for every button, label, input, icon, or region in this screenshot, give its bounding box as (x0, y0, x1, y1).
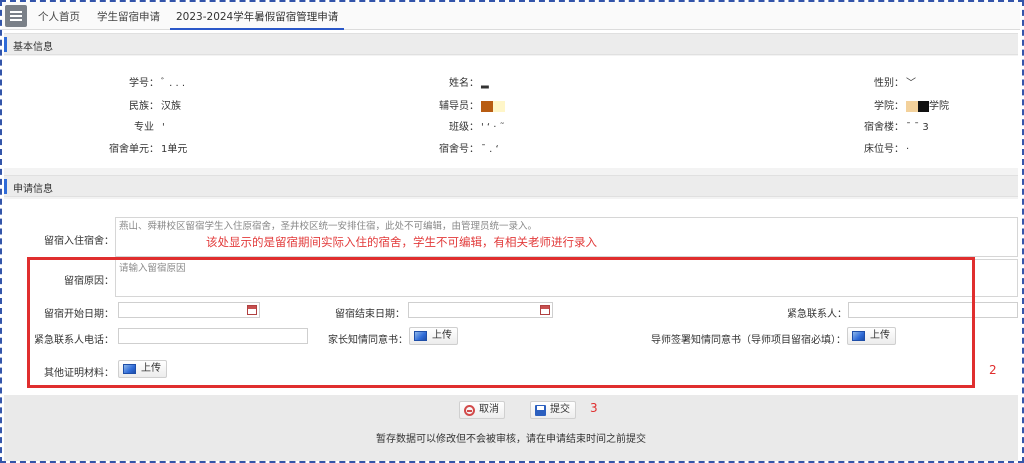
image-upload-icon (852, 331, 865, 341)
room-field: 宿舍号： ˉ . ‘ (424, 142, 499, 158)
bed-field: 床位号： · (849, 142, 909, 158)
apply-info-title: 申请信息 (13, 184, 53, 195)
ethnicity-field: 民族： 汉族 (104, 99, 181, 115)
college-value: 学院 (929, 101, 949, 112)
ethnicity-value: 汉族 (161, 101, 181, 112)
student-id-field: 学号：ﾞ . . . (104, 76, 185, 92)
dorm-note: 燕山、舜耕校区留宿学生入住原宿舍，圣井校区统一安排住宿，此处不可编辑，由管理员统… (119, 221, 538, 232)
counselor-redaction (481, 100, 493, 112)
start-date-label: 留宿开始日期： (44, 309, 114, 320)
basic-info-panel: 学号：ﾞ . . . 姓名： ▂ 性别： ﹀ 民族： 汉族 辅导员： 学院： 学院 专业… (4, 56, 1018, 168)
tutor-consent-label: 导师签署知情同意书（导师项目留宿必填）： (651, 335, 846, 346)
parent-consent-label: 家长知情同意书： (328, 335, 408, 346)
unit-value: 1单元 (161, 144, 188, 155)
college-redaction (906, 100, 918, 112)
basic-info-header: 基本信息 (4, 33, 1018, 55)
class-value: ' ‘ · ˜ (481, 122, 505, 133)
reason-textarea[interactable]: 请输入留宿原因 (115, 259, 1018, 297)
image-upload-icon (414, 331, 427, 341)
calendar-icon[interactable] (247, 305, 257, 315)
major-field: 专业 ' (104, 120, 165, 136)
image-upload-icon (123, 364, 136, 374)
menu-icon[interactable] (5, 5, 27, 27)
other-materials-upload-button[interactable]: 上传 (118, 360, 167, 378)
name-field: 姓名： ▂ (424, 76, 489, 92)
major-value: ' (162, 122, 165, 133)
gender-value: ﹀ (906, 78, 916, 89)
tab-student-stay-application[interactable]: 学生留宿申请 (97, 2, 160, 30)
submit-button[interactable]: 提交 (530, 401, 576, 419)
other-materials-label: 其他证明材料： (44, 368, 114, 379)
counselor-field: 辅导员： (424, 99, 505, 115)
contact-input[interactable] (848, 302, 1018, 318)
tab-home[interactable]: 个人首页 (38, 2, 80, 30)
annotation-text: 该处显示的是留宿期间实际入住的宿舍，学生不可编辑，有相关老师进行录入 (206, 235, 597, 249)
bed-value: · (906, 144, 910, 155)
building-value: ˉ ˉ 3 (906, 122, 929, 133)
form-footer: 取消 提交 3 暂存数据可以修改但不会被审核，请在申请结束时间之前提交 (4, 395, 1018, 461)
apply-info-header: 申请信息 (4, 175, 1018, 197)
cancel-icon (464, 405, 475, 416)
class-field: 班级： ' ‘ · ˜ (424, 120, 505, 136)
end-date-input[interactable] (408, 302, 553, 318)
reason-placeholder: 请输入留宿原因 (119, 263, 186, 274)
cancel-button[interactable]: 取消 (459, 401, 505, 419)
student-id-value: ﾞ . . . (161, 78, 186, 89)
tab-bar: 个人首页 学生留宿申请 2023-2024学年暑假留宿管理申请 (2, 2, 1020, 30)
dorm-label: 留宿入住宿舍： (44, 236, 114, 247)
phone-input[interactable] (118, 328, 308, 344)
calendar-icon[interactable] (540, 305, 550, 315)
basic-info-title: 基本信息 (13, 42, 53, 53)
end-date-label: 留宿结束日期： (335, 309, 405, 320)
contact-label: 紧急联系人： (787, 309, 847, 320)
building-field: 宿舍楼： ˉ ˉ 3 (849, 120, 929, 136)
tab-summer-stay-application[interactable]: 2023-2024学年暑假留宿管理申请 (169, 2, 345, 30)
footer-hint: 暂存数据可以修改但不会被审核，请在申请结束时间之前提交 (376, 434, 646, 445)
page-content: 基本信息 学号：ﾞ . . . 姓名： ▂ 性别： ﹀ 民族： 汉族 辅导员： 学院：… (4, 33, 1018, 461)
save-icon (535, 405, 546, 416)
section-marker (4, 179, 7, 194)
start-date-input[interactable] (118, 302, 260, 318)
annotation-number: 2 (989, 363, 997, 377)
tutor-consent-upload-button[interactable]: 上传 (847, 327, 896, 345)
parent-consent-upload-button[interactable]: 上传 (409, 327, 458, 345)
submit-annotation-number: 3 (590, 401, 598, 415)
reason-label: 留宿原因： (64, 276, 114, 287)
gender-field: 性别： ﹀ (849, 76, 916, 92)
college-field: 学院： 学院 (849, 99, 949, 115)
section-marker (4, 37, 7, 52)
name-value: ▂ (481, 78, 489, 89)
room-value: ˉ . ‘ (481, 144, 499, 155)
phone-label: 紧急联系人电话： (34, 335, 114, 346)
unit-field: 宿舍单元： 1单元 (104, 142, 187, 158)
